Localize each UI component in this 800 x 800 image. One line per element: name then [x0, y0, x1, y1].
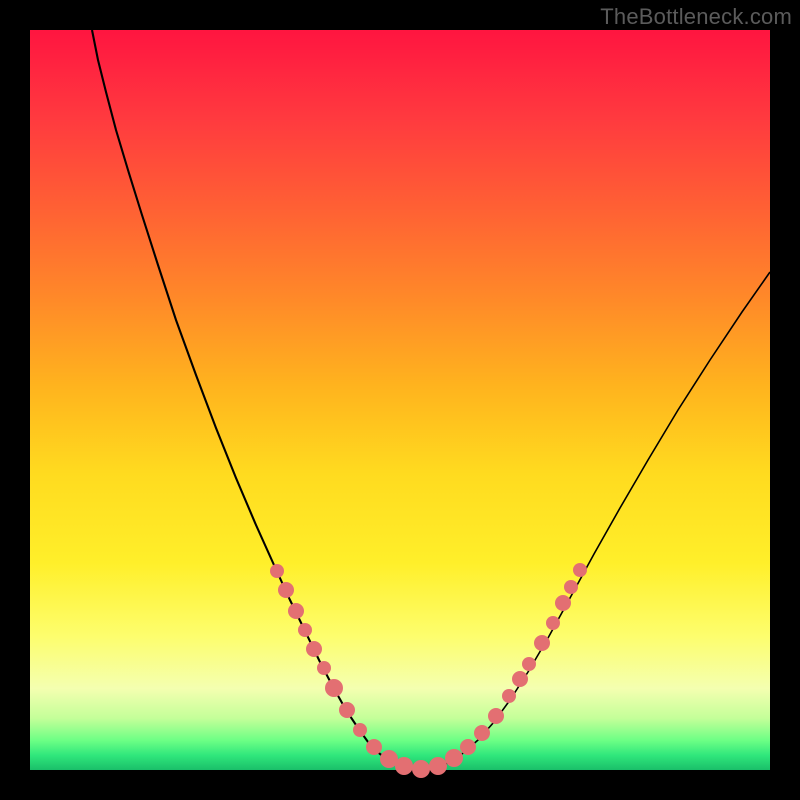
data-marker	[512, 671, 528, 687]
data-marker	[564, 580, 578, 594]
data-marker	[339, 702, 355, 718]
data-marker	[546, 616, 560, 630]
data-marker	[445, 749, 463, 767]
data-marker	[429, 757, 447, 775]
data-marker	[412, 760, 430, 778]
data-marker	[353, 723, 367, 737]
markers-group	[270, 563, 587, 778]
data-marker	[278, 582, 294, 598]
right-curve	[420, 272, 770, 770]
data-marker	[288, 603, 304, 619]
data-marker	[460, 739, 476, 755]
data-marker	[306, 641, 322, 657]
plot-area	[30, 30, 770, 770]
data-marker	[366, 739, 382, 755]
data-marker	[474, 725, 490, 741]
curve-layer	[30, 30, 770, 770]
data-marker	[325, 679, 343, 697]
data-marker	[522, 657, 536, 671]
data-marker	[317, 661, 331, 675]
watermark-text: TheBottleneck.com	[600, 4, 792, 30]
data-marker	[395, 757, 413, 775]
left-curve	[92, 30, 418, 770]
data-marker	[488, 708, 504, 724]
data-marker	[573, 563, 587, 577]
data-marker	[555, 595, 571, 611]
bottleneck-chart: TheBottleneck.com	[0, 0, 800, 800]
data-marker	[502, 689, 516, 703]
data-marker	[298, 623, 312, 637]
data-marker	[534, 635, 550, 651]
data-marker	[270, 564, 284, 578]
